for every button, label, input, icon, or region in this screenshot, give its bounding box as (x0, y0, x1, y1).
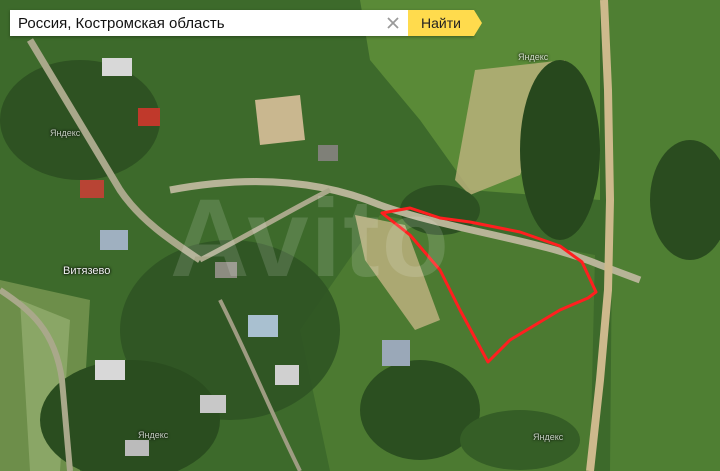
close-icon[interactable] (384, 14, 402, 32)
yandex-watermark: Яндекс (138, 430, 169, 440)
search-input[interactable] (10, 10, 408, 36)
search-field-wrapper (10, 10, 408, 36)
yandex-watermark: Яндекс (518, 52, 549, 62)
place-label-vityazevo: Витязево (63, 265, 111, 277)
avito-watermark: Avito (170, 177, 451, 300)
search-button[interactable]: Найти (408, 10, 482, 36)
yandex-watermark: Яндекс (533, 432, 564, 442)
satellite-map[interactable]: Avito Витязево Яндекс Яндекс Яндекс Янде… (0, 0, 720, 471)
yandex-watermark: Яндекс (50, 128, 81, 138)
search-bar: Найти (10, 10, 482, 36)
